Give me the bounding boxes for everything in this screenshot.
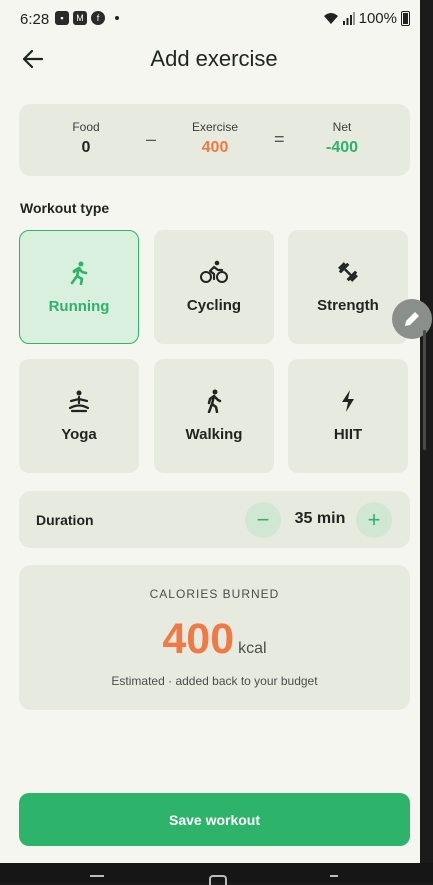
duration-label: Duration [36, 512, 94, 528]
battery-percent: 100% [358, 10, 397, 27]
duration-card: Duration − 35 min + [19, 491, 410, 548]
gmail-icon: M [73, 11, 87, 25]
exercise-value: 400 [201, 139, 229, 156]
workout-tile-label: Running [48, 298, 110, 315]
workout-tile-cycling[interactable]: Cycling [154, 230, 274, 344]
food-value: 0 [81, 139, 91, 156]
exercise-summary: Exercise 400 [165, 120, 265, 157]
edit-floating-button[interactable] [392, 299, 432, 339]
workout-tile-hiit[interactable]: HIIT [288, 359, 408, 473]
bolt-icon [288, 389, 408, 415]
increase-duration-button[interactable]: + [356, 502, 392, 538]
workout-tile-label: HIIT [333, 426, 363, 443]
more-notifications-icon [115, 16, 119, 20]
workout-tile-walking[interactable]: Walking [154, 359, 274, 473]
workout-tile-yoga[interactable]: Yoga [19, 359, 139, 473]
minus-icon: − [256, 507, 270, 532]
running-icon [20, 261, 138, 287]
calories-value: 400 [162, 615, 235, 663]
decrease-duration-button[interactable]: − [245, 502, 281, 538]
back-nav-icon[interactable] [330, 875, 338, 885]
save-workout-button[interactable]: Save workout [19, 793, 410, 846]
calories-note: Estimated · added back to your budget [111, 674, 318, 688]
status-bar: 6:28 ▪ M f 100% [0, 0, 420, 38]
net-summary: Net -400 [292, 120, 392, 157]
workout-tile-label: Walking [185, 426, 243, 443]
equals-sign: = [274, 129, 285, 149]
signal-icon [342, 12, 355, 25]
status-time: 6:28 [20, 11, 50, 28]
food-label: Food [72, 120, 100, 134]
system-icons: 100% [323, 10, 410, 27]
system-nav-bar [0, 863, 433, 885]
workout-tile-running[interactable]: Running [19, 230, 139, 344]
workout-tile-strength[interactable]: Strength [288, 230, 408, 344]
home-icon[interactable] [209, 875, 227, 885]
workout-tile-label: Cycling [186, 297, 242, 314]
notification-icons: ▪ M f [55, 11, 119, 25]
calories-burned-card: CALORIES BURNED 400 kcal Estimated · adde… [19, 565, 410, 710]
workout-tile-label: Strength [317, 297, 379, 314]
calories-heading: CALORIES BURNED [149, 587, 280, 601]
calories-unit: kcal [238, 640, 267, 657]
workout-tile-label: Yoga [61, 426, 97, 443]
food-summary: Food 0 [36, 120, 136, 157]
battery-icon [401, 11, 410, 26]
duration-value: 35 min [294, 510, 346, 527]
scrollbar[interactable] [423, 330, 426, 450]
dumbbell-icon [288, 260, 408, 286]
calorie-summary-card: Food 0 – Exercise 400 = Net -400 [19, 104, 410, 176]
workout-type-heading: Workout type [20, 200, 110, 216]
messages-icon: ▪ [55, 11, 69, 25]
yoga-icon [19, 389, 139, 415]
page-title: Add exercise [150, 46, 278, 71]
exercise-label: Exercise [191, 120, 238, 134]
facebook-icon: f [91, 11, 105, 25]
net-label: Net [332, 120, 352, 134]
plus-icon: + [367, 507, 381, 532]
calories-display: 400 kcal [19, 615, 410, 664]
wifi-icon [323, 13, 338, 24]
pencil-icon [405, 312, 419, 326]
net-value: -400 [325, 139, 359, 156]
minus-sign: – [146, 129, 157, 149]
app-screen: 6:28 ▪ M f 100% Add exercise Food 0 – Ex… [0, 0, 420, 863]
recent-apps-icon[interactable] [90, 875, 104, 885]
cycling-icon [154, 260, 274, 286]
walking-icon [154, 389, 274, 415]
